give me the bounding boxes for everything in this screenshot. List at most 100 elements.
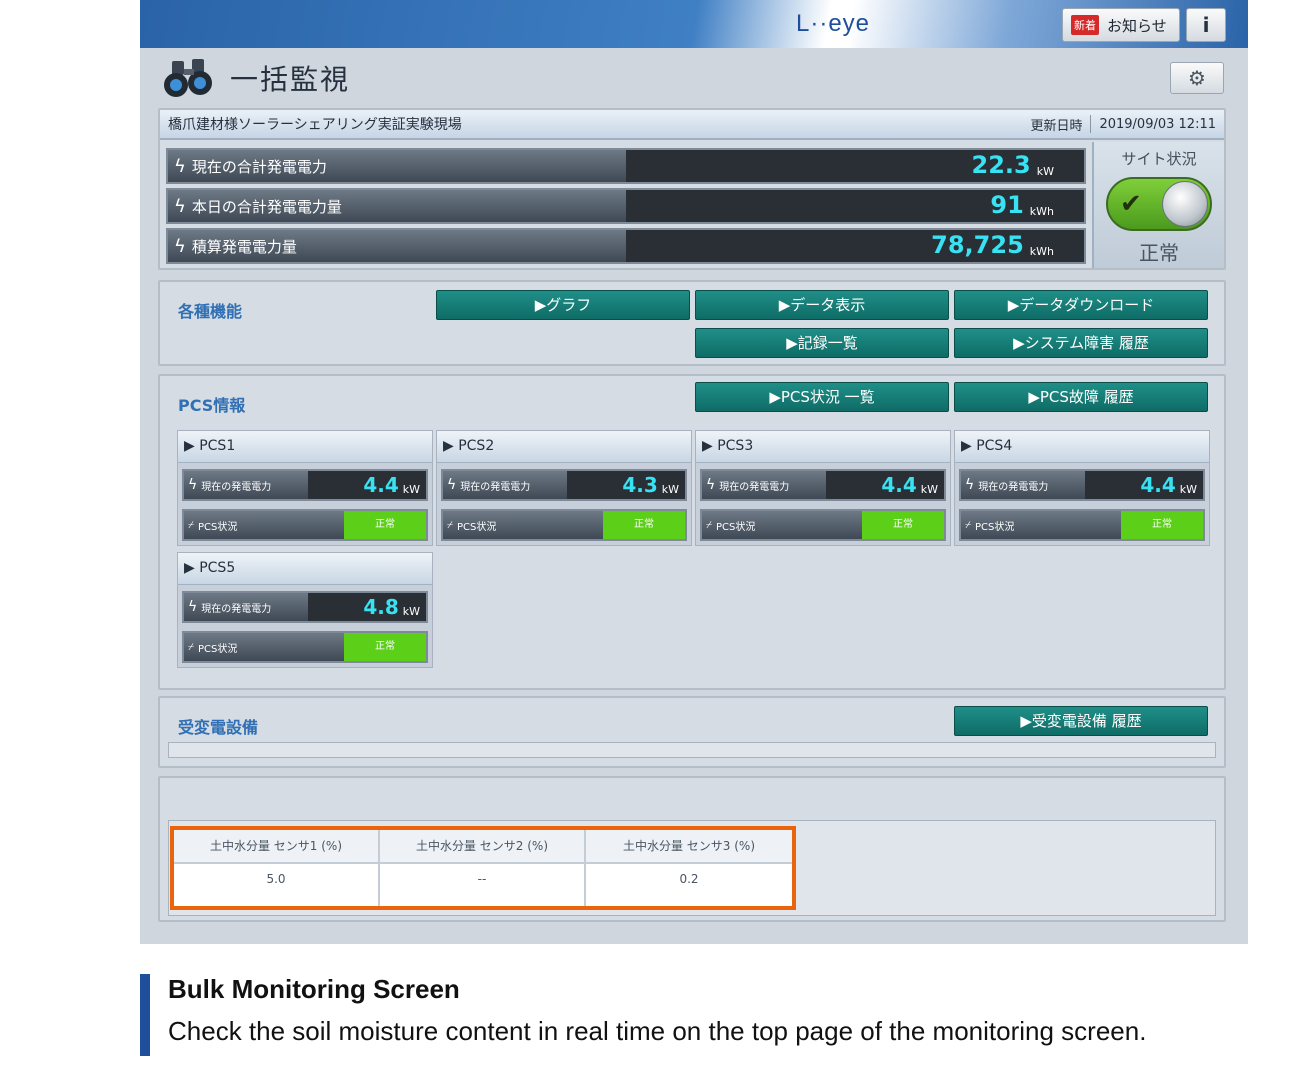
meter-total-energy: ϟ 積算発電電力量 78,725 kWh [166, 228, 1086, 264]
soil-value-1: 5.0 [174, 864, 380, 906]
separator [1090, 115, 1092, 133]
pcs-name: ▶ PCS3 [696, 431, 950, 463]
pcs-power-row: ϟ 現在の発電電力 4.4 kW [182, 469, 428, 501]
bolt-icon: ϟ [174, 155, 186, 177]
pcs-power-label-cell: ϟ 現在の発電電力 [961, 471, 1085, 499]
pcs-status-value: 正常 [862, 511, 944, 539]
settings-button[interactable]: ⚙ [1170, 62, 1224, 94]
meter-value: 91 [990, 191, 1024, 219]
pcs-card-2[interactable]: ▶ PCS2 ϟ 現在の発電電力 4.3 kW ⌿ PCS状況 正常 [436, 430, 692, 546]
pcs-status-row: ⌿ PCS状況 正常 [182, 631, 428, 663]
pcs-power-value-cell: 4.3 kW [567, 471, 685, 499]
receiving-history-button[interactable]: ▶受変電設備 履歴 [954, 706, 1208, 736]
pcs-card-4[interactable]: ▶ PCS4 ϟ 現在の発電電力 4.4 kW ⌿ PCS状況 正常 [954, 430, 1210, 546]
pcs-power-unit: kW [402, 483, 420, 496]
binoculars-icon [162, 55, 216, 101]
pcs-status-label: PCS状況 [198, 521, 238, 533]
pcs-status-value: 正常 [344, 511, 426, 539]
pcs-power-value: 4.4 [363, 473, 399, 497]
pcs-power-label: 現在の発電電力 [978, 481, 1049, 493]
inverter-icon: ⌿ [706, 519, 712, 531]
graph-button[interactable]: ▶グラフ [436, 290, 690, 320]
pcs-name: ▶ PCS1 [178, 431, 432, 463]
meter-current-power: ϟ 現在の合計発電電力 22.3 kW [166, 148, 1086, 184]
pcs-power-value: 4.4 [1140, 473, 1176, 497]
data-view-button[interactable]: ▶データ表示 [695, 290, 949, 320]
pcs-title: PCS情報 [178, 396, 246, 415]
pcs-power-label-cell: ϟ 現在の発電電力 [702, 471, 826, 499]
meter-unit: kWh [1029, 245, 1054, 258]
pcs-status-label-cell: ⌿ PCS状況 [961, 511, 1121, 539]
pcs-status-list-button[interactable]: ▶PCS状況 一覧 [695, 382, 949, 412]
gear-icon: ⚙ [1188, 66, 1206, 90]
site-status-toggle: ✔ [1106, 177, 1212, 231]
pcs-status-label-cell: ⌿ PCS状況 [184, 511, 344, 539]
meter-label-cell: ϟ 現在の合計発電電力 [168, 150, 626, 182]
pcs-power-label-cell: ϟ 現在の発電電力 [184, 471, 308, 499]
soil-value-3: 0.2 [679, 872, 699, 886]
pcs-status-row: ⌿ PCS状況 正常 [441, 509, 687, 541]
bolt-icon: ϟ [965, 477, 975, 493]
site-name: 橋爪建材様ソーラーシェアリング実証実験現場 [168, 117, 462, 133]
soil-value-2: -- [380, 864, 586, 906]
soil-moisture-table: 土中水分量 センサ1 (%) 土中水分量 センサ2 (%) 土中水分量 センサ3… [170, 826, 796, 910]
soil-header-2: 土中水分量 センサ2 (%) [380, 830, 586, 864]
pcs-power-unit: kW [402, 605, 420, 618]
pcs-power-row: ϟ 現在の発電電力 4.3 kW [441, 469, 687, 501]
pcs-power-value-cell: 4.8 kW [308, 593, 426, 621]
bolt-icon: ϟ [174, 235, 186, 257]
pcs-card-1[interactable]: ▶ PCS1 ϟ 現在の発電電力 4.4 kW ⌿ PCS状況 正常 [177, 430, 433, 546]
pcs-name: ▶ PCS2 [437, 431, 691, 463]
bolt-icon: ϟ [174, 195, 186, 217]
pcs-status-label: PCS状況 [716, 521, 756, 533]
site-status-value: 正常 [1139, 241, 1179, 265]
check-icon: ✔ [1120, 189, 1142, 219]
inverter-icon: ⌿ [965, 519, 971, 531]
pcs-power-label: 現在の発電電力 [460, 481, 531, 493]
meter-value-cell: 91 kWh [626, 190, 1084, 222]
data-download-button[interactable]: ▶データダウンロード [954, 290, 1208, 320]
pcs-status-row: ⌿ PCS状況 正常 [959, 509, 1205, 541]
site-status-title: サイト状況 [1121, 150, 1197, 168]
meter-unit: kWh [1029, 205, 1054, 218]
pcs-power-value-cell: 4.4 kW [1085, 471, 1203, 499]
meter-label: 本日の合計発電電力量 [191, 197, 342, 216]
pcs-power-value-cell: 4.4 kW [308, 471, 426, 499]
bolt-icon: ϟ [188, 599, 198, 615]
pcs-power-unit: kW [1179, 483, 1197, 496]
meter-label-cell: ϟ 本日の合計発電電力量 [168, 190, 626, 222]
site-status-box: サイト状況 ✔ 正常 [1092, 142, 1224, 268]
bolt-icon: ϟ [706, 477, 716, 493]
pcs-power-value: 4.4 [881, 473, 917, 497]
site-summary-panel: 橋爪建材様ソーラーシェアリング実証実験現場 更新日時 2019/09/03 12… [158, 108, 1226, 270]
pcs-name: ▶ PCS5 [178, 553, 432, 585]
new-badge: 新着 [1071, 15, 1099, 35]
pcs-power-row: ϟ 現在の発電電力 4.4 kW [700, 469, 946, 501]
info-button[interactable]: i [1186, 8, 1226, 42]
pcs-fault-history-button[interactable]: ▶PCS故障 履歴 [954, 382, 1208, 412]
pcs-status-label: PCS状況 [975, 521, 1015, 533]
pcs-power-row: ϟ 現在の発電電力 4.8 kW [182, 591, 428, 623]
meter-today-energy: ϟ 本日の合計発電電力量 91 kWh [166, 188, 1086, 224]
receiving-title: 受変電設備 [178, 718, 259, 737]
meter-value-cell: 78,725 kWh [626, 230, 1084, 262]
meter-label: 現在の合計発電電力 [191, 157, 327, 176]
pcs-power-label: 現在の発電電力 [201, 603, 272, 615]
bolt-icon: ϟ [447, 477, 457, 493]
inverter-icon: ⌿ [188, 641, 194, 653]
pcs-power-unit: kW [661, 483, 679, 496]
receiving-content [168, 742, 1216, 758]
pcs-status-value: 正常 [1121, 511, 1203, 539]
system-fault-history-button[interactable]: ▶システム障害 履歴 [954, 328, 1208, 358]
record-list-button[interactable]: ▶記録一覧 [695, 328, 949, 358]
meter-value-cell: 22.3 kW [626, 150, 1084, 182]
notice-button[interactable]: 新着 お知らせ [1062, 8, 1180, 42]
meter-unit: kW [1036, 165, 1054, 178]
pcs-card-5[interactable]: ▶ PCS5 ϟ 現在の発電電力 4.8 kW ⌿ PCS状況 正常 [177, 552, 433, 668]
soil-header-3: 土中水分量 センサ3 (%) [586, 830, 792, 864]
pcs-status-value: 正常 [344, 633, 426, 661]
updated-label: 更新日時 [1030, 118, 1083, 134]
pcs-status-label-cell: ⌿ PCS状況 [184, 633, 344, 661]
pcs-panel: PCS情報 ▶PCS状況 一覧 ▶PCS故障 履歴 ▶ PCS1 ϟ 現在の発電電… [158, 374, 1226, 690]
pcs-card-3[interactable]: ▶ PCS3 ϟ 現在の発電電力 4.4 kW ⌿ PCS状況 正常 [695, 430, 951, 546]
